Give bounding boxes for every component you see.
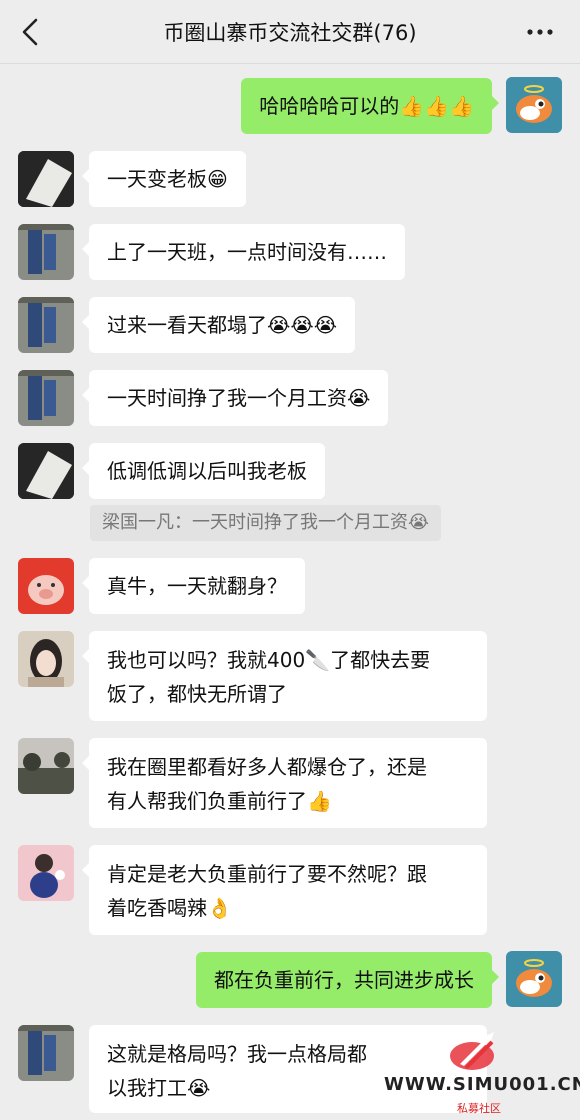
clothes-avatar-icon xyxy=(18,1025,74,1081)
chat-header: 币圈山寨币交流社交群(76) xyxy=(0,0,580,64)
quoted-reply[interactable]: 梁国一凡：一天时间挣了我一个月工资😭 xyxy=(90,505,442,541)
message-bubble-other[interactable]: 肯定是老大负重前行了要不然呢？跟 着吃香喝辣👌 xyxy=(82,845,487,935)
fish-avatar-icon xyxy=(506,77,562,133)
book-avatar-icon xyxy=(18,151,74,207)
avatar-pig[interactable] xyxy=(18,558,74,614)
site-watermark: WWW.SIMU001.CN 私募社区 xyxy=(384,1028,580,1118)
avatar-cartoon-girl[interactable] xyxy=(18,845,74,901)
message-bubble-other[interactable]: 低调低调以后叫我老板 xyxy=(82,443,325,499)
more-options-icon[interactable] xyxy=(524,16,556,48)
landscape-avatar-icon xyxy=(18,738,74,794)
watermark-site-text: WWW.SIMU001.CN xyxy=(384,1074,580,1095)
back-arrow-icon[interactable] xyxy=(16,16,44,48)
book-avatar-icon xyxy=(18,443,74,499)
pig-avatar-icon xyxy=(18,558,74,614)
message-bubble-other[interactable]: 过来一看天都塌了😭😭😭 xyxy=(81,297,356,353)
message-bubble-other[interactable]: 我在圈里都看好多人都爆仓了，还是 有人帮我们负重前行了👍 xyxy=(82,738,487,828)
avatar-landscape[interactable] xyxy=(18,738,74,794)
avatar-fish[interactable] xyxy=(506,77,562,133)
chat-title: 币圈山寨币交流社交群(76) xyxy=(163,21,417,45)
cartoon-girl-avatar-icon xyxy=(18,845,74,901)
clothes-avatar-icon xyxy=(18,224,74,280)
message-bubble-other[interactable]: 我也可以吗？我就400🔪了都快去要 饭了，都快无所谓了 xyxy=(82,631,487,721)
watermark-subtitle: 私募社区 xyxy=(457,1102,501,1115)
message-bubble-other[interactable]: 上了一天班，一点时间没有…… xyxy=(82,224,405,280)
message-bubble-other[interactable]: 一天变老板😁 xyxy=(82,151,246,207)
avatar-fish[interactable] xyxy=(506,951,562,1007)
message-bubble-other[interactable]: 真牛，一天就翻身？ xyxy=(82,558,305,614)
avatar-book[interactable] xyxy=(18,443,74,499)
avatar-clothes[interactable] xyxy=(18,1025,74,1081)
avatar-book[interactable] xyxy=(18,151,74,207)
avatar-clothes[interactable] xyxy=(18,370,74,426)
watermark-logo-icon xyxy=(450,1032,494,1070)
girl-avatar-icon xyxy=(18,631,74,687)
avatar-clothes[interactable] xyxy=(18,297,74,353)
fish-avatar-icon xyxy=(506,951,562,1007)
clothes-avatar-icon xyxy=(18,370,74,426)
avatar-girl[interactable] xyxy=(18,631,74,687)
clothes-avatar-icon xyxy=(18,297,74,353)
message-bubble-self[interactable]: 都在负重前行，共同进步成长 xyxy=(196,952,499,1008)
message-bubble-self[interactable]: 哈哈哈哈可以的👍👍👍 xyxy=(241,78,499,134)
message-bubble-other[interactable]: 一天时间挣了我一个月工资😭 xyxy=(81,370,389,426)
avatar-clothes[interactable] xyxy=(18,224,74,280)
